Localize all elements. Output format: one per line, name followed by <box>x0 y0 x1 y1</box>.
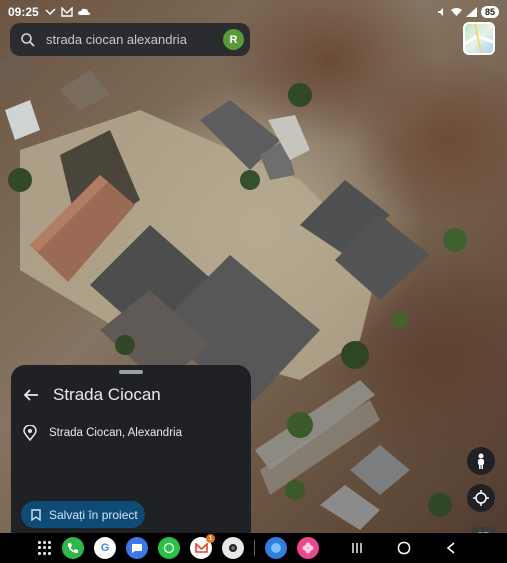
crosshair-icon <box>473 490 489 506</box>
wifi-icon <box>450 8 462 16</box>
pegman-icon <box>478 453 484 469</box>
search-bar[interactable]: strada ciocan alexandria R <box>10 23 250 56</box>
mute-icon <box>437 8 443 16</box>
gallery-icon[interactable] <box>297 537 319 559</box>
signal-icon <box>465 7 477 17</box>
sheet-drag-handle[interactable] <box>119 370 143 374</box>
status-bar: 09:25 85 <box>0 0 507 24</box>
status-time: 09:25 <box>8 5 39 19</box>
system-nav-keys <box>351 541 457 555</box>
home-icon[interactable] <box>397 541 411 555</box>
address-row[interactable]: Strada Ciocan, Alexandria <box>23 425 182 441</box>
bookmark-icon <box>31 508 41 521</box>
avatar[interactable]: R <box>223 29 244 50</box>
gmail-icon[interactable]: 1 <box>190 534 215 559</box>
navigation-bar: G 1 <box>0 533 507 563</box>
app-drawer-icon[interactable] <box>38 541 52 555</box>
back-arrow-icon[interactable] <box>23 387 39 403</box>
missed-call-icon <box>45 7 56 15</box>
save-label: Salvați în proiect <box>49 507 138 522</box>
place-sheet[interactable]: Strada Ciocan Strada Ciocan, Alexandria … <box>11 365 251 535</box>
back-icon[interactable] <box>445 542 457 554</box>
status-right: 85 <box>437 6 499 18</box>
save-to-project-button[interactable]: Salvați în proiect <box>21 501 145 528</box>
place-title: Strada Ciocan <box>53 385 161 404</box>
place-address: Strada Ciocan, Alexandria <box>49 427 182 439</box>
phone-icon[interactable] <box>62 537 84 559</box>
layers-icon <box>465 24 493 53</box>
google-icon[interactable]: G <box>94 537 116 559</box>
location-pin-icon <box>23 425 37 441</box>
gmail-badge: 1 <box>206 534 215 543</box>
street-view-button[interactable] <box>467 447 495 475</box>
sheet-header: Strada Ciocan <box>23 385 241 405</box>
search-input[interactable]: strada ciocan alexandria <box>46 32 223 47</box>
gmail-notification-icon <box>61 7 73 17</box>
map-type-button[interactable] <box>463 22 495 55</box>
battery-level: 85 <box>480 6 499 18</box>
dock-divider <box>254 540 255 556</box>
whatsapp-icon[interactable] <box>158 537 180 559</box>
app-dock: G 1 <box>38 534 319 559</box>
status-icons <box>45 7 90 18</box>
camera-icon[interactable] <box>222 537 244 559</box>
my-location-button[interactable] <box>467 484 495 512</box>
search-icon[interactable] <box>20 32 36 48</box>
cloud-icon <box>77 8 90 15</box>
messages-icon[interactable] <box>126 537 148 559</box>
recent-apps-icon[interactable] <box>351 542 363 554</box>
browser-icon[interactable] <box>265 537 287 559</box>
